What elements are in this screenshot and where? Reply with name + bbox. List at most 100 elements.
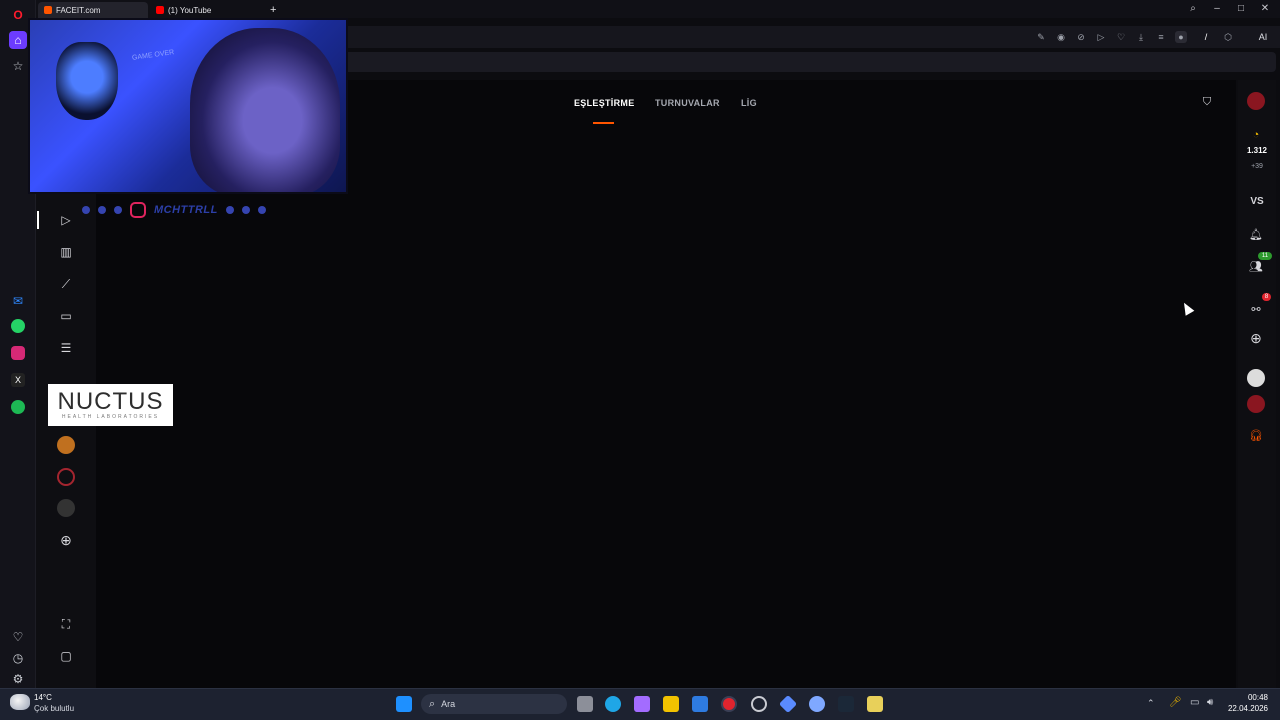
dot — [257, 206, 266, 214]
whatsapp-icon[interactable] — [11, 319, 25, 333]
tab-faceit[interactable]: FACEIT.com — [38, 2, 148, 18]
wolf-poster — [56, 42, 118, 120]
camera-icon[interactable]: ◉ — [1055, 31, 1067, 43]
tab-label: FACEIT.com — [56, 5, 101, 15]
sponsor-name: NUCTUS — [57, 388, 164, 415]
social-bar: MCHTTRLL — [82, 202, 266, 218]
messenger-icon[interactable]: ✉ — [9, 292, 27, 310]
tab-bar: FACEIT.com (1) YouTube + ⌕ – □ ✕ — [36, 0, 1280, 18]
opera-logo-icon[interactable]: O — [9, 6, 27, 24]
edge-icon[interactable] — [605, 696, 621, 712]
shield-icon[interactable]: ⊘ — [1075, 31, 1087, 43]
hub-avatar-icon[interactable] — [57, 468, 75, 486]
sponsor-logo: NUCTUS HEALTH LABORATORIES — [48, 384, 173, 426]
streamer-figure — [190, 28, 340, 192]
aria-ai-button[interactable]: AI — [1252, 31, 1274, 43]
edit-icon[interactable]: ✎ — [1035, 31, 1047, 43]
mail-icon[interactable] — [692, 696, 708, 712]
taskbar-search[interactable]: ⌕ Ara — [421, 694, 567, 714]
friends-badge: 11 — [1258, 252, 1272, 260]
file-explorer-icon[interactable] — [663, 696, 679, 712]
volume-icon[interactable]: 🔊︎ — [1207, 697, 1213, 708]
clock-time[interactable]: 00:48 — [1222, 693, 1268, 702]
user-avatar-icon[interactable] — [57, 499, 75, 517]
microphone-icon[interactable]: 🎤︎ — [1169, 697, 1182, 708]
instagram-icon — [130, 202, 146, 218]
list-icon[interactable]: ☰ — [57, 339, 75, 357]
add-icon[interactable]: ⊕ — [57, 531, 75, 549]
social-handle: MCHTTRLL — [154, 204, 218, 216]
nav-tournaments[interactable]: TURNUVALAR — [655, 98, 720, 108]
x-icon[interactable]: X — [11, 373, 25, 387]
nav-league[interactable]: LİG — [741, 98, 757, 108]
active-indicator — [37, 211, 39, 229]
spotify-icon[interactable] — [11, 400, 25, 414]
weather-temp[interactable]: 14°C — [34, 693, 52, 702]
faceit-favicon-icon — [44, 6, 52, 14]
menu-icon[interactable]: ≡ — [1155, 31, 1167, 43]
settings-icon[interactable]: ⚙ — [9, 670, 27, 688]
search-placeholder: Ara — [441, 699, 456, 709]
bell-icon[interactable]: 🔔︎ — [1247, 225, 1265, 243]
opera-gx-icon[interactable] — [751, 696, 767, 712]
instagram-icon[interactable] — [11, 346, 25, 360]
weather-desc[interactable]: Çok bulutlu — [34, 704, 74, 713]
home-icon[interactable]: ⌂ — [9, 31, 27, 49]
shop-icon[interactable]: ▢ — [57, 647, 75, 665]
windows-start-icon[interactable] — [396, 696, 412, 712]
watch-icon[interactable]: ▭ — [57, 307, 75, 325]
search-tabs-icon[interactable]: ⌕ — [1186, 3, 1200, 15]
profile-icon[interactable]: ● — [1175, 31, 1187, 43]
vs-button[interactable]: VS — [1242, 196, 1272, 207]
player-avatar-icon[interactable] — [1247, 92, 1265, 110]
skill-level-icon: ◔ — [1252, 129, 1260, 141]
add-icon[interactable]: ⊕ — [1247, 329, 1265, 347]
youtube-favicon-icon — [156, 6, 164, 14]
friend-avatar-icon[interactable] — [1247, 369, 1265, 387]
heart-icon[interactable]: ♡ — [9, 628, 27, 646]
new-tab-button[interactable]: + — [264, 2, 282, 18]
dot — [82, 206, 90, 214]
friend-avatar-icon[interactable] — [1247, 395, 1265, 413]
leaderboard-icon[interactable]: ▥ — [57, 243, 75, 261]
network-icon[interactable]: ▭ — [1190, 697, 1199, 708]
star-icon[interactable]: ☆ — [9, 57, 27, 75]
app-icon[interactable] — [867, 696, 883, 712]
app-icon[interactable] — [809, 696, 825, 712]
dot — [241, 206, 250, 214]
nav-matchmaking[interactable]: EŞLEŞTİRME — [574, 98, 635, 108]
history-icon[interactable]: ◷ — [9, 649, 27, 667]
headset-icon[interactable]: 🎧︎ — [1247, 426, 1265, 444]
play-icon[interactable]: ▷ — [1095, 31, 1107, 43]
fullscreen-icon[interactable]: ⛶ — [57, 615, 75, 633]
store-icon[interactable]: ⛉ — [1200, 96, 1214, 110]
cube-extension-icon[interactable]: ⬡ — [1222, 31, 1234, 43]
clock-date[interactable]: 22.04.2026 — [1222, 704, 1268, 713]
steam-icon[interactable] — [838, 696, 854, 712]
opera-taskbar-icon[interactable] — [721, 696, 737, 712]
task-view-icon[interactable] — [577, 696, 593, 712]
copilot-icon[interactable] — [634, 696, 650, 712]
stats-icon[interactable]: ⟋ — [57, 275, 75, 293]
club-avatar-icon[interactable] — [57, 436, 75, 454]
sponsor-tagline: HEALTH LABORATORIES — [61, 414, 160, 420]
party-icon[interactable]: ⚯ — [1247, 300, 1265, 318]
pen-extension-icon[interactable]: / — [1200, 31, 1212, 43]
maximize-button[interactable]: □ — [1234, 3, 1248, 15]
download-icon[interactable]: ⤓ — [1135, 31, 1147, 43]
play-icon[interactable]: ▷ — [57, 211, 75, 229]
heart-icon[interactable]: ♡ — [1115, 31, 1127, 43]
close-button[interactable]: ✕ — [1258, 3, 1272, 15]
dot — [98, 206, 106, 214]
search-icon: ⌕ — [429, 697, 436, 710]
tab-label: (1) YouTube — [168, 5, 212, 15]
party-badge: 8 — [1262, 293, 1271, 301]
dot — [225, 206, 234, 214]
chevron-up-icon[interactable]: ⌃ — [1147, 698, 1155, 709]
tab-youtube[interactable]: (1) YouTube — [150, 2, 260, 18]
poster-text: GAME OVER — [131, 49, 175, 62]
nav-active-underline — [593, 122, 614, 124]
elo-delta: +39 — [1251, 163, 1263, 170]
dot — [114, 206, 122, 214]
minimize-button[interactable]: – — [1210, 3, 1224, 15]
